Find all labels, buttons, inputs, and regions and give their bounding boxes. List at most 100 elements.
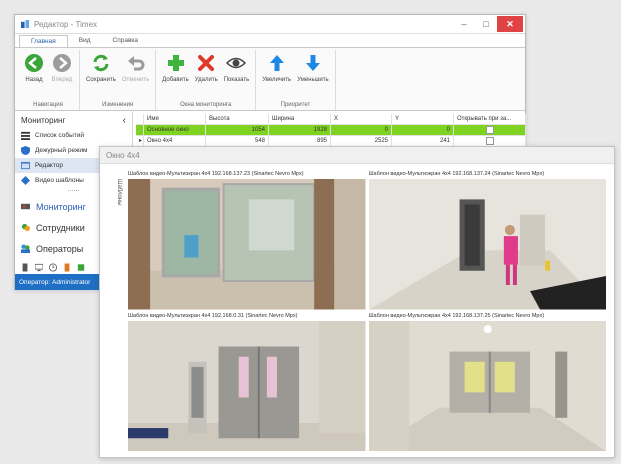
ribbon: Назад Вперед Навигация Сохранить Отменит… xyxy=(15,47,525,111)
header-open-on-start[interactable]: Открывать при за... xyxy=(454,114,526,124)
table-header: Имя Высота Ширина X Y Открывать при за..… xyxy=(136,114,526,125)
list-icon xyxy=(21,131,30,140)
editor-icon xyxy=(21,161,30,170)
cell-y[interactable]: 241 xyxy=(392,136,454,146)
maximize-button[interactable]: □ xyxy=(475,16,497,33)
camera-feed[interactable] xyxy=(368,179,606,310)
forward-label: Вперед xyxy=(51,77,73,83)
camera-feed-image xyxy=(368,320,606,451)
group-label-navigation: Навигация xyxy=(33,102,63,108)
undo-label: Отменить xyxy=(121,77,150,83)
back-label: Назад xyxy=(25,77,43,83)
window-title: Редактор - Timex xyxy=(34,19,98,29)
increase-button[interactable]: Увеличить xyxy=(259,50,294,101)
monitor-icon[interactable] xyxy=(35,263,43,272)
forward-arrow-icon xyxy=(53,54,71,72)
cell-height[interactable]: 1054 xyxy=(206,125,269,135)
minimize-button[interactable]: – xyxy=(453,16,475,33)
tab-view[interactable]: Вид xyxy=(68,35,102,47)
windows-table: Имя Высота Ширина X Y Открывать при за..… xyxy=(136,114,526,147)
camera-feed-image xyxy=(128,179,366,310)
templates-side-tab[interactable]: Шаблоны xyxy=(112,171,122,213)
add-button[interactable]: Добавить xyxy=(159,50,192,101)
row-marker xyxy=(136,125,144,135)
cell-height[interactable]: 548 xyxy=(206,136,269,146)
viewer-title: Окно 4x4 xyxy=(100,147,614,164)
table-row[interactable]: Основное окно 1054 1928 0 0 xyxy=(136,125,526,136)
cell-x[interactable]: 2525 xyxy=(331,136,392,146)
sidebar-item-label: Редактор xyxy=(35,162,63,169)
header-y[interactable]: Y xyxy=(392,114,454,124)
sidebar-title: Мониторинг xyxy=(21,115,66,125)
decrease-label: Уменьшить xyxy=(297,77,329,83)
sidebar-item-label: Список событий xyxy=(35,132,85,139)
group-label-monitoring-windows: Окна мониторинга xyxy=(180,102,232,108)
header-x[interactable]: X xyxy=(331,114,392,124)
cell-open-on-start xyxy=(454,125,526,135)
title-bar: Редактор - Timex – □ ✕ xyxy=(15,15,525,34)
clock-icon[interactable] xyxy=(49,263,57,272)
back-button[interactable]: Назад xyxy=(20,50,48,101)
video-template-icon xyxy=(21,176,30,185)
camera-label: Шаблон видео-Мультиэкран 4x4 192.168.0.3… xyxy=(128,312,298,319)
forward-button[interactable]: Вперед xyxy=(48,50,76,101)
cell-width[interactable]: 1928 xyxy=(269,125,331,135)
sidebar-item-label: Видео шаблоны xyxy=(35,177,84,184)
cell-y[interactable]: 0 xyxy=(392,125,454,135)
shield-icon xyxy=(21,146,30,155)
ribbon-group-navigation: Назад Вперед Навигация xyxy=(17,50,80,110)
delete-x-icon xyxy=(198,55,215,71)
undo-button[interactable]: Отменить xyxy=(119,50,152,101)
open-on-start-checkbox[interactable] xyxy=(485,126,494,134)
sidebar-header: Мониторинг ‹ xyxy=(15,112,132,128)
eye-icon xyxy=(226,57,247,69)
delete-button[interactable]: Удалить xyxy=(192,50,221,101)
camera-grid: Шаблон видео-Мультиэкран 4x4 192.168.137… xyxy=(128,169,606,451)
arrow-down-icon xyxy=(305,55,320,71)
ribbon-group-changes: Сохранить Отменить Изменения xyxy=(80,50,157,110)
sidebar-item-event-list[interactable]: Список событий xyxy=(15,128,132,143)
show-button[interactable]: Показать xyxy=(221,50,253,101)
camera-feed[interactable] xyxy=(128,320,366,451)
door-icon[interactable] xyxy=(21,263,29,272)
add-label: Добавить xyxy=(162,77,189,83)
camera-tile[interactable]: Шаблон видео-Мультиэкран 4x4 192.168.0.3… xyxy=(128,311,366,451)
camera-feed[interactable] xyxy=(368,320,606,451)
tab-help[interactable]: Справка xyxy=(102,35,150,47)
cell-name[interactable]: Окно 4x4 xyxy=(144,136,206,146)
camera-feed-image xyxy=(368,179,606,310)
ribbon-group-priority: Увеличить Уменьшить Приоритет xyxy=(256,50,336,110)
camera-tile[interactable]: Шаблон видео-Мультиэкран 4x4 192.168.137… xyxy=(368,311,606,451)
save-label: Сохранить xyxy=(86,77,116,83)
decrease-button[interactable]: Уменьшить xyxy=(294,50,331,101)
nav-label: Мониторинг xyxy=(36,201,86,212)
undo-icon xyxy=(127,56,145,71)
camera-tile[interactable]: Шаблон видео-Мультиэкран 4x4 192.168.137… xyxy=(368,169,606,310)
employees-icon xyxy=(21,223,30,232)
save-button[interactable]: Сохранить xyxy=(83,50,119,101)
puzzle-icon[interactable] xyxy=(77,263,85,272)
open-on-start-checkbox[interactable] xyxy=(485,137,494,145)
cell-name[interactable]: Основное окно xyxy=(144,125,206,135)
cell-open-on-start xyxy=(454,136,526,146)
header-height[interactable]: Высота xyxy=(206,114,269,124)
ribbon-group-monitoring-windows: Добавить Удалить Показать Окна мониторин… xyxy=(156,50,257,110)
collapse-sidebar-button[interactable]: ‹ xyxy=(123,115,126,126)
book-icon[interactable] xyxy=(63,263,71,272)
show-label: Показать xyxy=(223,77,250,83)
increase-label: Увеличить xyxy=(262,77,292,83)
cell-x[interactable]: 0 xyxy=(331,125,392,135)
sidebar-item-label: Дежурный режим xyxy=(35,147,88,154)
monitoring-icon xyxy=(21,203,30,210)
camera-feed[interactable] xyxy=(128,179,366,310)
camera-tile[interactable]: Шаблон видео-Мультиэкран 4x4 192.168.137… xyxy=(128,169,366,310)
header-width[interactable]: Ширина xyxy=(269,114,331,124)
header-name[interactable]: Имя xyxy=(144,114,206,124)
close-button[interactable]: ✕ xyxy=(497,16,523,32)
header-marker xyxy=(136,114,144,124)
tab-home[interactable]: Главная xyxy=(19,35,68,47)
refresh-save-icon xyxy=(93,54,109,72)
camera-feed-image xyxy=(128,320,366,451)
cell-width[interactable]: 895 xyxy=(269,136,331,146)
nav-label: Сотрудники xyxy=(36,222,85,233)
